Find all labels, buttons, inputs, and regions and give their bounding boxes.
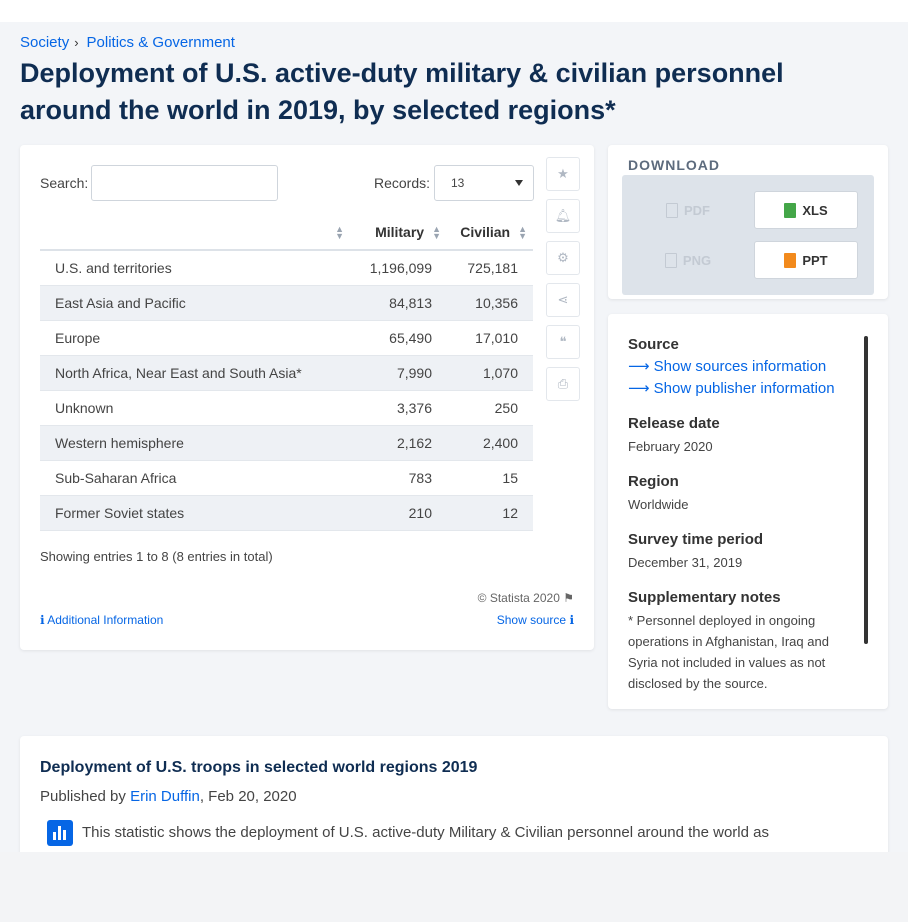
published-by: Published by Erin Duffin, Feb 20, 2020 <box>40 788 297 805</box>
records-value: 13 <box>451 176 465 190</box>
xls-download-button[interactable]: XLS <box>754 191 858 229</box>
info-icon: ℹ <box>40 613 45 627</box>
flag-icon: ⚑ <box>563 591 574 605</box>
page-title: Deployment of U.S. active-duty military … <box>20 58 784 125</box>
star-icon[interactable]: ★ <box>546 157 580 191</box>
civilian-cell: 10,356 <box>447 285 533 321</box>
tool-column: ★ 🔔︎ ⚙ ⋖ ❝ ⎙ <box>546 157 580 409</box>
pdf-file-icon <box>666 202 678 218</box>
top-bar <box>0 0 908 22</box>
region-cell: East Asia and Pacific <box>40 285 350 321</box>
source-card: Source ⟶ Show sources information ⟶ Show… <box>608 314 888 709</box>
download-title: DOWNLOAD <box>628 157 720 173</box>
military-cell: 84,813 <box>350 285 447 321</box>
breadcrumb-separator-icon: › <box>74 35 79 50</box>
table-row: East Asia and Pacific 84,813 10,356 <box>40 285 533 321</box>
military-cell: 1,196,099 <box>350 250 447 286</box>
region-cell: Sub-Saharan Africa <box>40 460 350 496</box>
military-cell: 210 <box>350 495 447 531</box>
statistic-card: Search: Records: 13 ▲ ▼ Military ▲ ▼ Civili… <box>20 145 594 650</box>
ppt-download-button[interactable]: PPT <box>754 241 858 279</box>
column-header-region[interactable]: ▲ ▼ <box>40 215 350 251</box>
search-input[interactable] <box>91 165 278 201</box>
records-label: Records: <box>374 175 431 191</box>
scrollbar[interactable] <box>864 336 868 644</box>
release-date-value: February 2020 <box>628 439 713 454</box>
table-row: Europe 65,490 17,010 <box>40 320 533 356</box>
region-cell: Former Soviet states <box>40 495 350 531</box>
military-cell: 783 <box>350 460 447 496</box>
print-icon[interactable]: ⎙ <box>546 367 580 401</box>
sort-icon: ▲ ▼ <box>518 224 527 242</box>
supplementary-notes-value: * Personnel deployed in ongoing operatio… <box>628 613 829 691</box>
civilian-cell: 12 <box>447 495 533 531</box>
description-text: This statistic shows the deployment of U… <box>82 824 769 841</box>
region-cell: U.S. and territories <box>40 250 350 286</box>
quote-icon[interactable]: ❝ <box>546 325 580 359</box>
sort-icon: ▲ ▼ <box>432 224 441 242</box>
entries-info: Showing entries 1 to 8 (8 entries in tot… <box>40 549 273 564</box>
download-card: DOWNLOAD PDF XLS PNG PPT <box>608 145 888 299</box>
table-row: Sub-Saharan Africa 783 15 <box>40 460 533 496</box>
region-cell: North Africa, Near East and South Asia* <box>40 355 350 391</box>
civilian-cell: 15 <box>447 460 533 496</box>
share-icon[interactable]: ⋖ <box>546 283 580 317</box>
survey-period-value: December 31, 2019 <box>628 555 743 570</box>
region-cell: Unknown <box>40 390 350 426</box>
png-download-button[interactable]: PNG <box>636 241 740 279</box>
table-row: Former Soviet states 210 12 <box>40 495 533 531</box>
info-icon: ℹ <box>569 613 574 627</box>
show-publisher-link[interactable]: ⟶ Show publisher information <box>628 379 856 397</box>
copyright[interactable]: © Statista 2020 ⚑ <box>478 591 574 605</box>
civilian-cell: 725,181 <box>447 250 533 286</box>
download-panel: PDF XLS PNG PPT <box>622 175 874 295</box>
column-header-civilian[interactable]: Civilian ▲ ▼ <box>447 215 533 251</box>
supplementary-notes-heading: Supplementary notes <box>628 589 781 606</box>
table-row: Unknown 3,376 250 <box>40 390 533 426</box>
ppt-file-icon <box>784 252 797 268</box>
arrow-right-icon: ⟶ <box>628 358 654 375</box>
region-heading: Region <box>628 473 679 490</box>
gear-icon[interactable]: ⚙ <box>546 241 580 275</box>
survey-period-heading: Survey time period <box>628 531 764 548</box>
description-title: Deployment of U.S. troops in selected wo… <box>40 759 478 776</box>
pdf-download-button[interactable]: PDF <box>636 191 740 229</box>
civilian-cell: 17,010 <box>447 320 533 356</box>
table-row: U.S. and territories 1,196,099 725,181 <box>40 250 533 286</box>
arrow-right-icon: ⟶ <box>628 380 654 397</box>
source-heading: Source <box>628 336 679 353</box>
table-row: North Africa, Near East and South Asia* 7… <box>40 355 533 391</box>
xls-file-icon <box>784 202 797 218</box>
civilian-cell: 250 <box>447 390 533 426</box>
table-row: Western hemisphere 2,162 2,400 <box>40 425 533 461</box>
breadcrumb-society[interactable]: Society <box>20 34 69 51</box>
civilian-cell: 2,400 <box>447 425 533 461</box>
caret-down-icon <box>515 180 523 186</box>
breadcrumb: Society › Politics & Government <box>20 34 235 51</box>
bar-chart-icon <box>47 820 73 846</box>
additional-information-link[interactable]: ℹ Additional Information <box>40 613 163 627</box>
breadcrumb-politics[interactable]: Politics & Government <box>87 34 235 51</box>
region-cell: Western hemisphere <box>40 425 350 461</box>
bell-icon[interactable]: 🔔︎ <box>546 199 580 233</box>
military-cell: 2,162 <box>350 425 447 461</box>
search-label: Search: <box>40 175 89 191</box>
military-cell: 65,490 <box>350 320 447 356</box>
civilian-cell: 1,070 <box>447 355 533 391</box>
png-file-icon <box>664 252 677 268</box>
show-source-link[interactable]: Show source ℹ <box>497 613 574 627</box>
military-cell: 3,376 <box>350 390 447 426</box>
show-sources-link[interactable]: ⟶ Show sources information <box>628 357 856 375</box>
author-link[interactable]: Erin Duffin <box>130 788 200 805</box>
region-cell: Europe <box>40 320 350 356</box>
release-date-heading: Release date <box>628 415 720 432</box>
region-value: Worldwide <box>628 497 689 512</box>
column-header-military[interactable]: Military ▲ ▼ <box>350 215 447 251</box>
bottom-strip <box>0 852 908 922</box>
military-cell: 7,990 <box>350 355 447 391</box>
records-select[interactable]: 13 <box>434 165 534 201</box>
sort-icon: ▲ ▼ <box>335 224 344 242</box>
data-table: ▲ ▼ Military ▲ ▼ Civilian ▲ ▼ U.S. and territ… <box>40 215 533 531</box>
